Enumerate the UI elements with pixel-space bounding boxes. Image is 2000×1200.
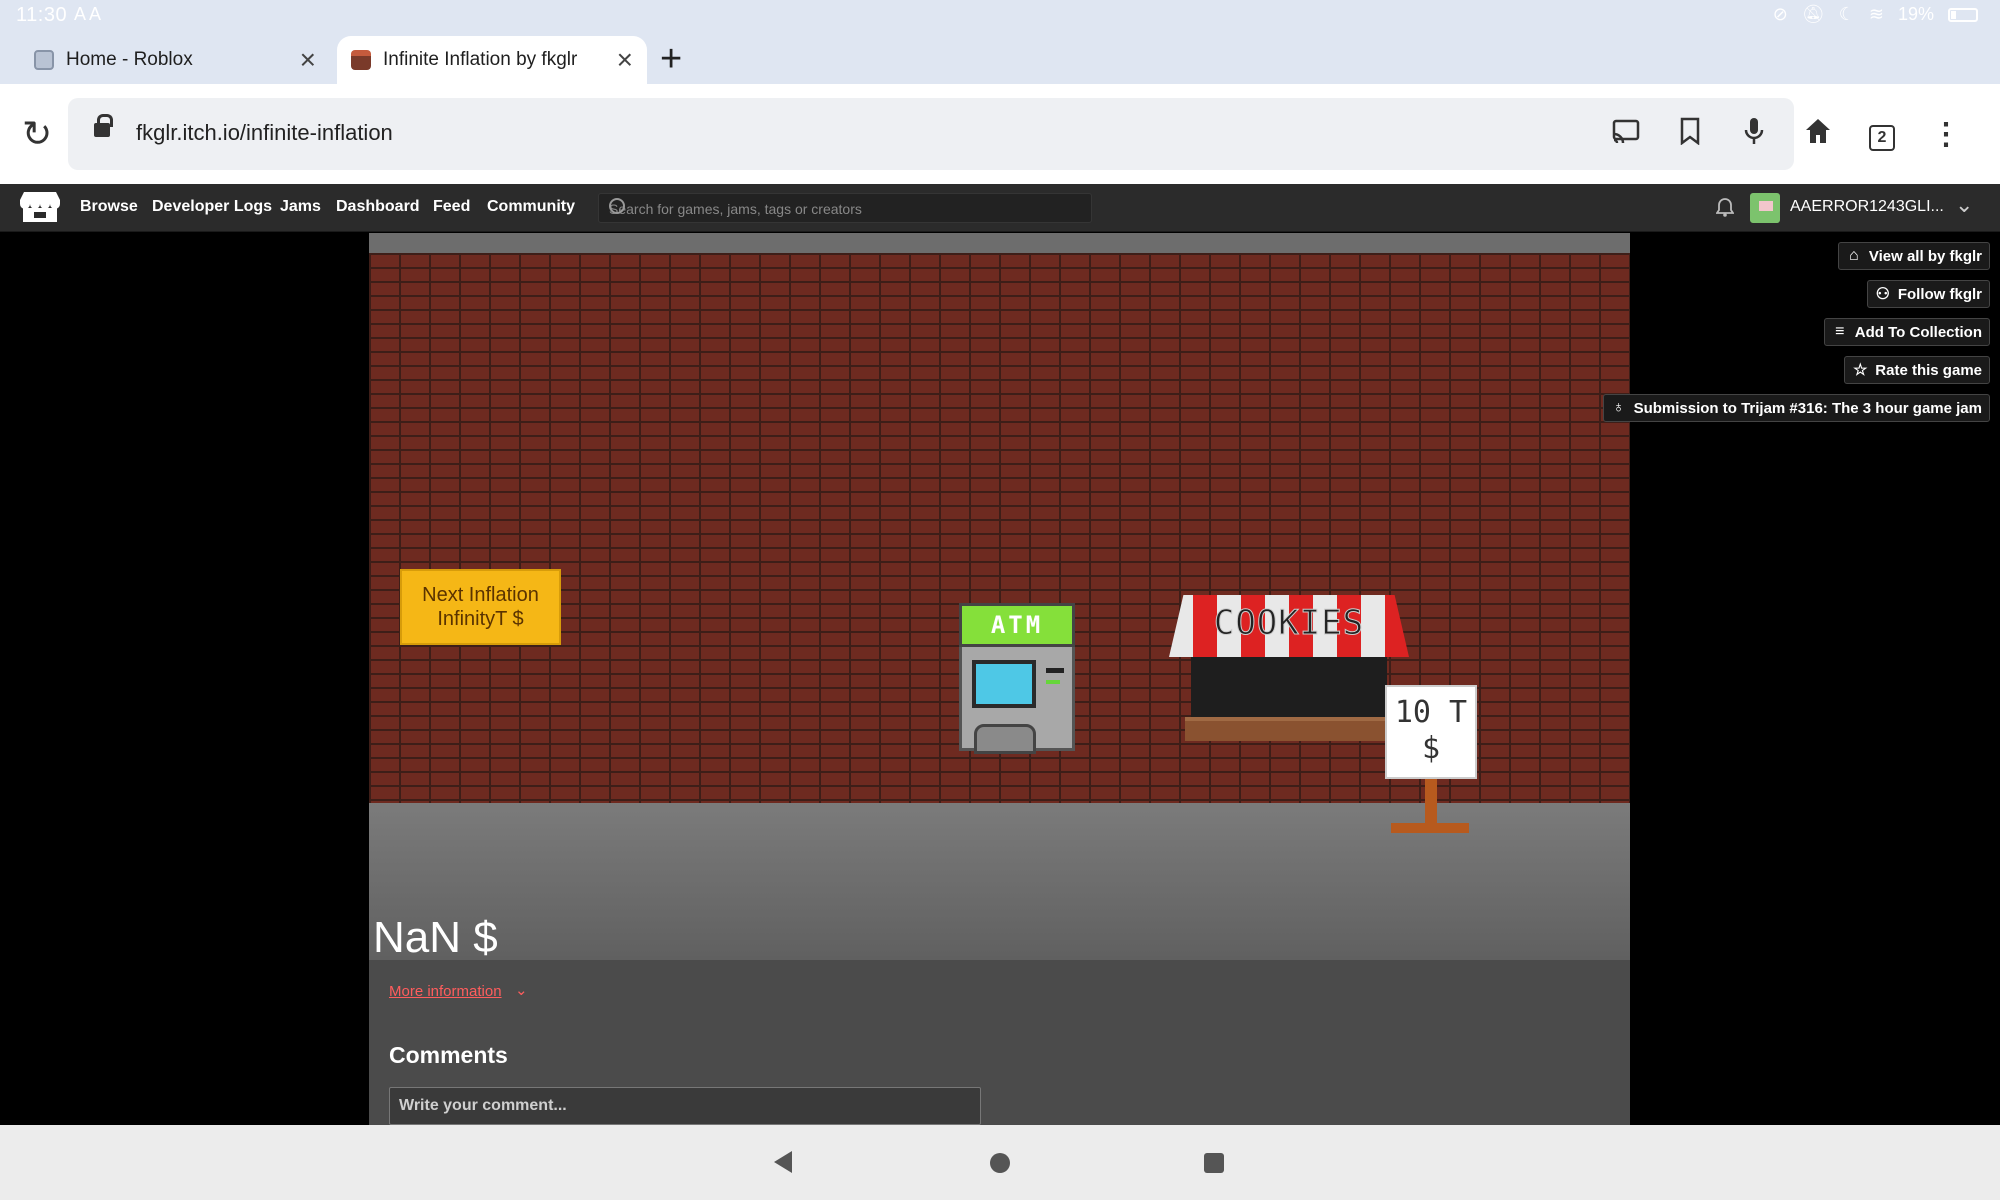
money-counter: NaN $ <box>373 913 498 960</box>
stall-sign: COOKIES <box>1213 603 1365 644</box>
game-canvas[interactable]: Next Inflation InfinityT $ ATM COOKIES 1… <box>369 233 1630 960</box>
android-navigation-bar <box>0 1125 2000 1200</box>
follow-label: Follow fkglr <box>1897 285 1982 303</box>
add-to-collection-label: Add To Collection <box>1854 323 1982 341</box>
status-right-icons: ⊘ 🔕︎ ☾ ≋ 19% <box>1773 4 1978 25</box>
nav-browse[interactable]: Browse <box>80 198 138 216</box>
toolbar-icons: 2 ⋮ <box>1594 98 1978 170</box>
itch-logo-icon[interactable] <box>20 190 60 224</box>
ribbon-icon: ♁ <box>1612 399 1625 416</box>
next-inflation-label: Next Inflation <box>422 584 539 606</box>
cookie-price-sign[interactable]: 10 T $ <box>1385 685 1477 779</box>
home-circle-icon[interactable] <box>990 1153 1010 1173</box>
view-all-label: View all by fkglr <box>1868 247 1982 265</box>
bookmark-icon[interactable] <box>1658 117 1722 152</box>
store-icon: ⌂ <box>1849 247 1859 264</box>
url-text[interactable]: fkglr.itch.io/infinite-inflation <box>136 120 393 146</box>
stall-window <box>1191 657 1387 719</box>
itch-navbar: Browse Developer Logs Jams Dashboard Fee… <box>0 184 2000 232</box>
follow-button[interactable]: ⚇ Follow fkglr <box>1866 280 1990 308</box>
status-notification-icons: A A <box>74 4 102 24</box>
atm-indicator <box>1046 680 1060 684</box>
wifi-icon: ≋ <box>1868 4 1884 24</box>
home-icon[interactable] <box>1786 117 1850 152</box>
battery-percent: 19% <box>1897 4 1934 24</box>
nav-dashboard[interactable]: Dashboard <box>336 198 420 216</box>
tab-switcher-icon[interactable]: 2 <box>1850 117 1914 151</box>
jam-submission-button[interactable]: ♁ Submission to Trijam #316: The 3 hour … <box>1602 394 1990 422</box>
dnd-icon: ⊘ <box>1772 4 1788 24</box>
microphone-icon[interactable] <box>1722 116 1786 153</box>
wall-top-edge <box>369 233 1630 253</box>
more-menu-icon[interactable]: ⋮ <box>1914 117 1978 152</box>
atm-body <box>959 643 1075 754</box>
search-placeholder: Search for games, jams, tags or creators <box>609 201 862 217</box>
back-icon[interactable] <box>774 1151 792 1173</box>
roblox-favicon-icon <box>34 50 54 70</box>
price-currency: $ <box>1421 731 1441 766</box>
follow-icon: ⚇ <box>1875 286 1890 303</box>
tab-title: Home - Roblox <box>66 49 193 70</box>
sign-base <box>1391 823 1469 833</box>
game-info-section: More information ⌄ Comments Write your c… <box>369 960 1630 1125</box>
comments-heading: Comments <box>389 1042 508 1068</box>
browser-tab-strip: 11:30 A A ⊘ 🔕︎ ☾ ≋ 19% Home - Roblox × I… <box>0 0 2000 84</box>
next-inflation-value: InfinityT $ <box>437 608 524 630</box>
view-all-button[interactable]: ⌂ View all by fkglr <box>1837 242 1990 270</box>
notification-bell-icon[interactable] <box>1716 197 1734 217</box>
game-favicon-icon <box>351 50 371 70</box>
search-icon[interactable] <box>609 198 625 214</box>
nav-jams[interactable]: Jams <box>280 198 321 216</box>
new-tab-icon[interactable]: + <box>660 38 682 80</box>
nav-developer-logs[interactable]: Developer Logs <box>152 198 272 216</box>
rate-game-button[interactable]: ☆ Rate this game <box>1844 356 1990 384</box>
tab-title: Infinite Inflation by fkglr <box>383 49 578 70</box>
atm-screen <box>972 660 1036 708</box>
chevron-down-icon[interactable]: ⌄ <box>1955 192 1973 218</box>
close-tab-icon[interactable]: × <box>300 46 316 74</box>
star-icon: ☆ <box>1853 362 1868 379</box>
add-to-collection-button[interactable]: ≡ Add To Collection <box>1823 318 1990 346</box>
status-time: 11:30 <box>16 4 68 26</box>
atm-machine[interactable]: ATM <box>959 603 1075 754</box>
cast-icon[interactable] <box>1594 118 1658 151</box>
rate-game-label: Rate this game <box>1875 361 1982 379</box>
mute-icon: 🔕︎ <box>1801 4 1825 24</box>
comment-input[interactable]: Write your comment... <box>389 1087 981 1125</box>
collection-icon: ≡ <box>1835 323 1845 340</box>
atm-sign: ATM <box>959 603 1075 647</box>
price-amount: 10 T <box>1394 695 1468 730</box>
address-bar[interactable]: fkglr.itch.io/infinite-inflation <box>68 98 1794 170</box>
chevron-down-icon[interactable]: ⌄ <box>515 981 528 999</box>
cookie-stall[interactable]: COOKIES <box>1169 595 1409 755</box>
battery-icon <box>1948 7 1978 22</box>
moon-icon: ☾ <box>1838 4 1855 24</box>
user-avatar[interactable] <box>1750 193 1780 223</box>
tab-home-roblox[interactable]: Home - Roblox × <box>20 36 330 84</box>
recents-icon[interactable] <box>1204 1153 1224 1173</box>
username[interactable]: AAERROR1243GLI... <box>1790 198 1944 216</box>
tab-infinite-inflation[interactable]: Infinite Inflation by fkglr × <box>337 36 647 84</box>
stall-counter <box>1185 717 1393 741</box>
atm-keypad <box>974 724 1036 754</box>
next-inflation-panel: Next Inflation InfinityT $ <box>400 569 561 645</box>
comment-placeholder: Write your comment... <box>399 1097 567 1114</box>
more-information-link[interactable]: More information <box>389 983 502 1000</box>
jam-submission-label: Submission to Trijam #316: The 3 hour ga… <box>1633 399 1982 417</box>
sign-post <box>1425 779 1437 829</box>
atm-card-slot <box>1046 668 1064 673</box>
close-tab-icon[interactable]: × <box>617 46 633 74</box>
lock-icon[interactable] <box>94 114 113 137</box>
nav-feed[interactable]: Feed <box>433 198 470 216</box>
reload-icon[interactable]: ↻ <box>22 114 52 154</box>
nav-community[interactable]: Community <box>487 198 575 216</box>
search-input[interactable]: Search for games, jams, tags or creators <box>598 193 1092 223</box>
